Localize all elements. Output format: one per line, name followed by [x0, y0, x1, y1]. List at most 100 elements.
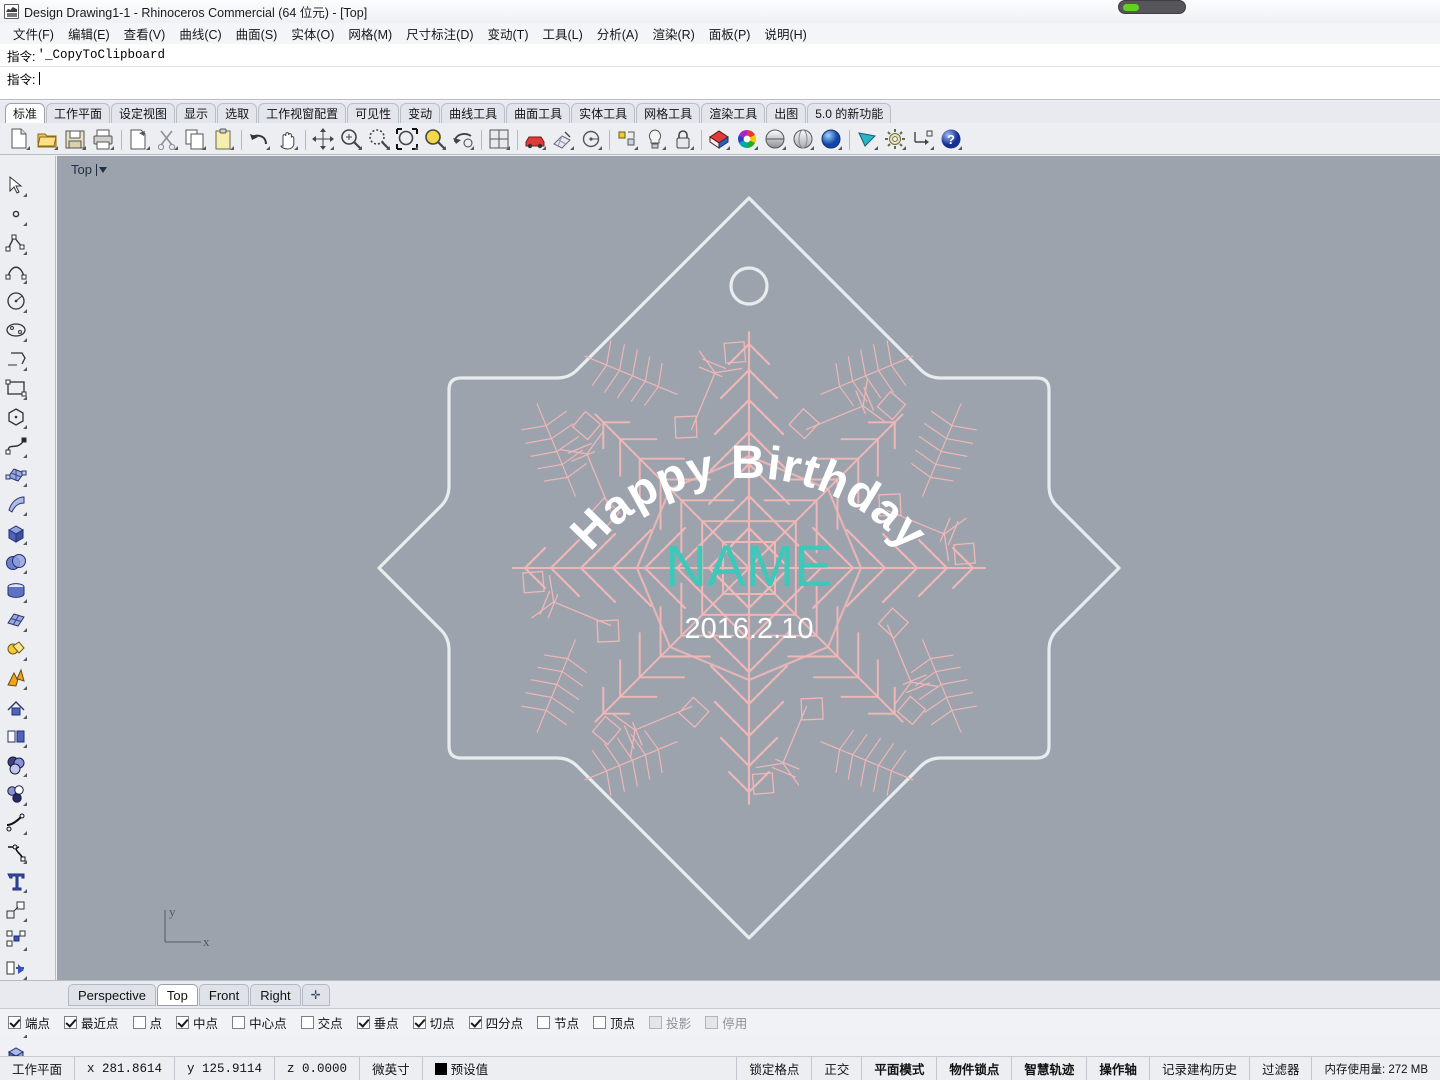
toolbar-tab-4[interactable]: 选取: [217, 103, 258, 123]
osnap-3[interactable]: 中点: [176, 1013, 218, 1032]
rotate-view-icon[interactable]: [577, 126, 604, 152]
paste-icon[interactable]: [209, 126, 236, 152]
viewport-layout-icon[interactable]: [485, 126, 512, 152]
zoom-extents-icon[interactable]: [393, 126, 420, 152]
help-icon[interactable]: ?: [937, 126, 964, 152]
print-icon[interactable]: [89, 126, 116, 152]
menu-item-13[interactable]: 说明(H): [757, 22, 813, 45]
osnap-checkbox[interactable]: [537, 1015, 551, 1029]
mesh-plane-icon[interactable]: [2, 605, 29, 634]
menu-item-5[interactable]: 实体(O): [284, 22, 341, 45]
object-properties-icon[interactable]: [613, 126, 640, 152]
explode-icon[interactable]: [2, 663, 29, 692]
add-viewport-button[interactable]: ✛: [301, 983, 330, 1006]
select-arrow-icon[interactable]: [2, 170, 29, 199]
osnap-7[interactable]: 切点: [412, 1013, 455, 1032]
menu-item-4[interactable]: 曲面(S): [229, 22, 285, 45]
curve-icon[interactable]: [2, 257, 29, 286]
toolbar-tab-11[interactable]: 网格工具: [636, 103, 701, 123]
status-cplane[interactable]: 工作平面: [0, 1057, 76, 1080]
menu-item-2[interactable]: 查看(V): [117, 22, 173, 45]
osnap-checkbox[interactable]: [300, 1015, 314, 1029]
camera-icon[interactable]: [853, 126, 880, 152]
osnap-1[interactable]: 最近点: [64, 1013, 119, 1032]
color-wheel-icon[interactable]: [733, 126, 760, 152]
shaded-view-icon[interactable]: [761, 126, 788, 152]
sphere-solid-icon[interactable]: [2, 547, 29, 576]
light-icon[interactable]: [641, 126, 668, 152]
screen-recorder-indicator[interactable]: [1118, 0, 1186, 14]
status-smart-track[interactable]: 智慧轨迹: [1012, 1057, 1088, 1080]
zoom-in-icon[interactable]: [337, 126, 364, 152]
ghosted-view-icon[interactable]: [789, 126, 816, 152]
toolbar-tab-2[interactable]: 设定视图: [111, 103, 176, 123]
rectangle-icon[interactable]: [2, 373, 29, 402]
toolbar-tab-3[interactable]: 显示: [176, 103, 217, 123]
osnap-checkbox[interactable]: [412, 1015, 426, 1029]
osnap-checkbox[interactable]: [705, 1015, 719, 1029]
menu-item-0[interactable]: 文件(F): [6, 22, 61, 45]
toolbar-tab-13[interactable]: 出图: [766, 103, 807, 123]
copy-icon[interactable]: [181, 126, 208, 152]
render-mesh-icon[interactable]: [549, 126, 576, 152]
menu-item-10[interactable]: 分析(A): [590, 22, 646, 45]
box-solid-icon[interactable]: [2, 518, 29, 547]
osnap-12[interactable]: 停用: [705, 1013, 747, 1032]
osnap-checkbox[interactable]: [176, 1015, 190, 1029]
zoom-selected-icon[interactable]: [421, 126, 448, 152]
array-icon[interactable]: [2, 924, 29, 953]
zoom-previous-icon[interactable]: [449, 126, 476, 152]
toolbar-tab-9[interactable]: 曲面工具: [506, 103, 571, 123]
dimension-icon[interactable]: [909, 126, 936, 152]
lock-icon[interactable]: [669, 126, 696, 152]
layer-icon[interactable]: [705, 126, 732, 152]
free-curve-icon[interactable]: [2, 431, 29, 460]
toolbar-tab-14[interactable]: 5.0 的新功能: [807, 103, 892, 123]
polyline-icon[interactable]: [2, 228, 29, 257]
menu-item-7[interactable]: 尺寸标注(D): [399, 22, 480, 45]
osnap-checkbox[interactable]: [132, 1015, 146, 1029]
osnap-checkbox[interactable]: [64, 1015, 78, 1029]
trim-icon[interactable]: [2, 692, 29, 721]
osnap-6[interactable]: 垂点: [356, 1013, 399, 1032]
osnap-9[interactable]: 节点: [537, 1013, 579, 1032]
status-grid-snap[interactable]: 锁定格点: [737, 1057, 813, 1080]
scale-icon[interactable]: [2, 895, 29, 924]
menu-item-8[interactable]: 变动(T): [481, 22, 536, 45]
boolean-circles-icon[interactable]: [2, 779, 29, 808]
status-gumball[interactable]: 操作轴: [1087, 1057, 1150, 1080]
rendered-view-icon[interactable]: [817, 126, 844, 152]
split-icon[interactable]: [2, 721, 29, 750]
cylinder-solid-icon[interactable]: [2, 576, 29, 605]
status-layer[interactable]: 预设值: [423, 1057, 738, 1080]
export-icon[interactable]: [125, 126, 152, 152]
viewport-label[interactable]: Top: [71, 162, 107, 177]
new-file-icon[interactable]: [5, 126, 32, 152]
move-icon[interactable]: [309, 126, 336, 152]
circle-icon[interactable]: [2, 286, 29, 315]
move-object-icon[interactable]: [2, 953, 29, 982]
osnap-checkbox[interactable]: [356, 1015, 370, 1029]
menu-item-6[interactable]: 网格(M): [341, 22, 399, 45]
osnap-checkbox[interactable]: [8, 1015, 21, 1029]
menu-item-12[interactable]: 面板(P): [702, 22, 758, 45]
viewport-tab-front[interactable]: Front: [198, 983, 250, 1006]
status-osnap[interactable]: 物件锁点: [937, 1057, 1013, 1080]
status-ortho[interactable]: 正交: [812, 1057, 863, 1080]
render-preview-icon[interactable]: [521, 126, 548, 152]
cut-icon[interactable]: [153, 126, 180, 152]
zoom-window-icon[interactable]: [365, 126, 392, 152]
osnap-10[interactable]: 顶点: [593, 1013, 635, 1032]
osnap-4[interactable]: 中心点: [232, 1013, 287, 1032]
options-gear-icon[interactable]: [881, 126, 908, 152]
toolbar-tab-8[interactable]: 曲线工具: [441, 103, 506, 123]
polygon-icon[interactable]: [2, 402, 29, 431]
undo-icon[interactable]: [245, 126, 272, 152]
osnap-5[interactable]: 交点: [300, 1013, 343, 1032]
surface-from-points-icon[interactable]: [2, 460, 29, 489]
blend-curve-icon[interactable]: [2, 837, 29, 866]
ellipse-icon[interactable]: [2, 315, 29, 344]
text-tool-icon[interactable]: [2, 866, 29, 895]
command-input-line[interactable]: 指令:: [0, 67, 1440, 90]
osnap-8[interactable]: 四分点: [468, 1013, 523, 1032]
